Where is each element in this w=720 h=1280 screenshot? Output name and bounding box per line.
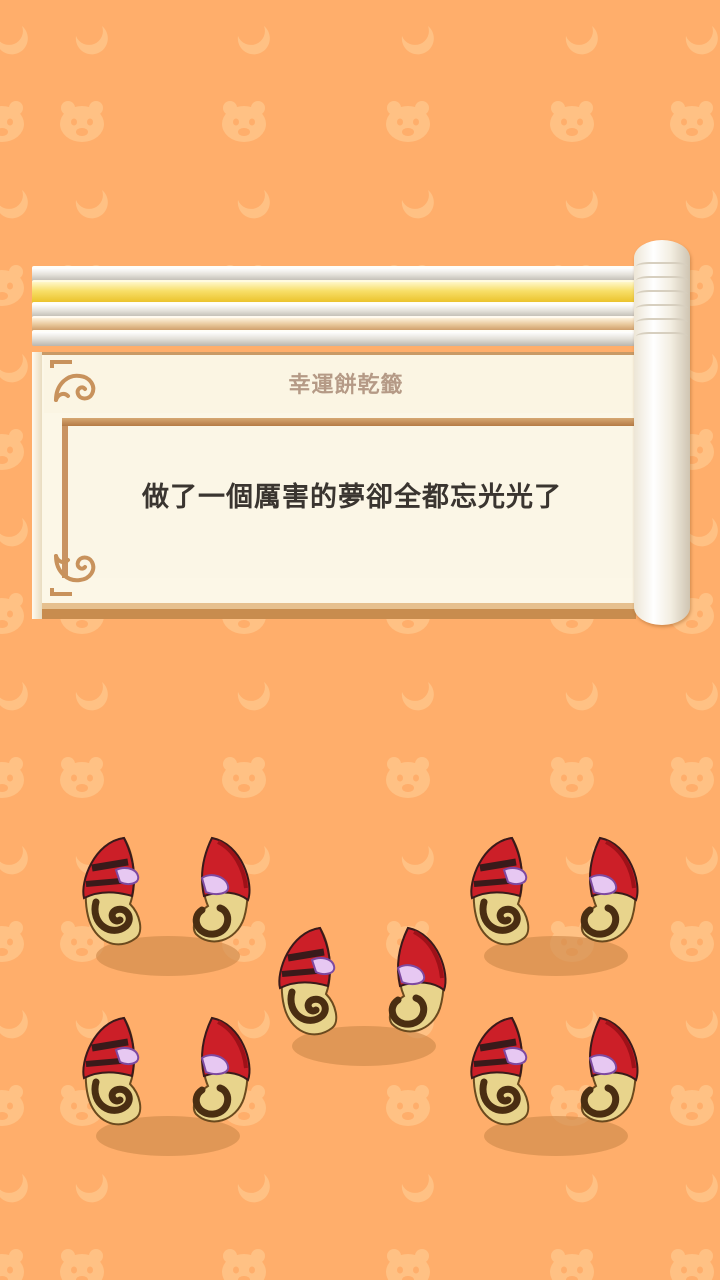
cookie-left-half xyxy=(83,1018,140,1124)
cookie-right-half xyxy=(194,1018,250,1121)
cookie-left-half xyxy=(471,1018,528,1124)
game-screen[interactable]: 幸運餅乾籤 做了一個厲害的夢卻全都忘光光了 xyxy=(0,0,720,1280)
broken-cookies-area xyxy=(0,0,720,1156)
broken-cookie-icon xyxy=(83,1018,249,1156)
broken-cookie-icon xyxy=(83,838,249,976)
cookie-right-half xyxy=(194,838,250,941)
cookie-right-half xyxy=(390,928,446,1031)
cookie-left-half xyxy=(471,838,528,944)
broken-cookie-icon xyxy=(471,1018,637,1156)
broken-cookie-icon xyxy=(471,838,637,976)
cookie-left-half xyxy=(279,928,336,1034)
broken-cookie-icon xyxy=(279,928,445,1066)
cookie-left-half xyxy=(83,838,140,944)
cookie-right-half xyxy=(582,1018,638,1121)
cookie-right-half xyxy=(582,838,638,941)
